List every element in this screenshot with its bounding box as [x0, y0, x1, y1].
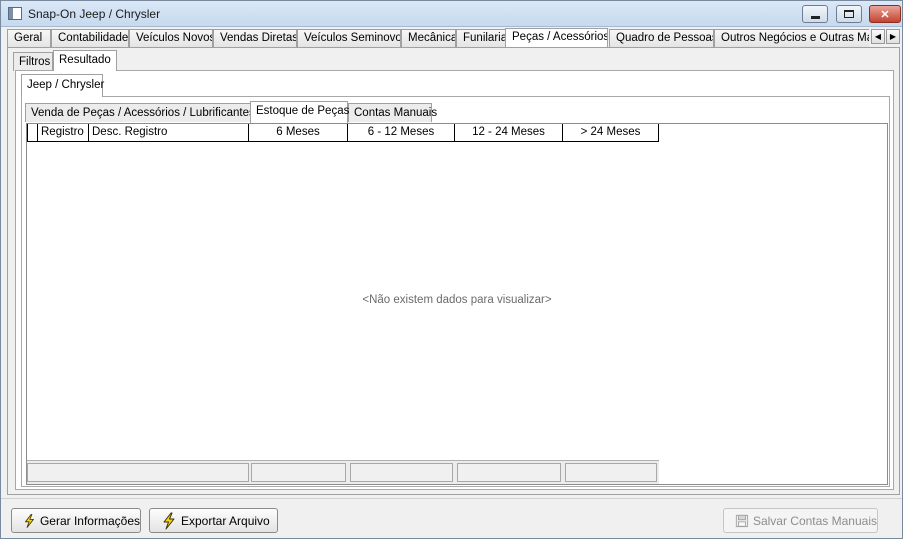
minimize-button[interactable]	[802, 5, 828, 23]
summary-cell-label	[27, 463, 249, 482]
lightning-bolt-icon	[25, 513, 34, 528]
action-bar: Gerar Informações Exportar Arquivo Salva…	[1, 498, 902, 538]
column-header-registro[interactable]: Registro	[38, 124, 89, 142]
column-header-desc-registro[interactable]: Desc. Registro	[89, 124, 249, 142]
tab-contabilidade[interactable]: Contabilidade	[51, 29, 129, 47]
result-panel: Jeep / Chrysler Venda de Peças / Acessór…	[15, 70, 894, 490]
export-file-button[interactable]: Exportar Arquivo	[149, 508, 278, 533]
maximize-button[interactable]	[836, 5, 862, 23]
column-header-24-meses[interactable]: > 24 Meses	[563, 124, 659, 142]
generate-info-button[interactable]: Gerar Informações	[11, 508, 141, 533]
arrow-left-icon: ◀	[874, 32, 882, 41]
close-button[interactable]: ✕	[869, 5, 901, 23]
tab-scroll-left-button[interactable]: ◀	[871, 29, 885, 44]
tab-veiculos-novos[interactable]: Veículos Novos	[129, 29, 213, 47]
column-header-12-24-meses[interactable]: 12 - 24 Meses	[455, 124, 563, 142]
summary-cell-6-meses	[251, 463, 346, 482]
tab-filtros[interactable]: Filtros	[13, 52, 53, 71]
empty-data-message: <Não existem dados para visualizar>	[362, 294, 552, 306]
tab-scroll-right-button[interactable]: ▶	[886, 29, 900, 44]
summary-cell-24-meses	[565, 463, 657, 482]
app-icon	[8, 7, 22, 20]
column-header-6-meses[interactable]: 6 Meses	[249, 124, 348, 142]
close-icon: ✕	[880, 8, 890, 21]
tab-pecas-acessorios[interactable]: Peças / Acessórios	[505, 28, 608, 47]
application-window: Snap-On Jeep / Chrysler ✕ Geral Contabil…	[0, 0, 903, 539]
tab-mecanica[interactable]: Mecânica	[401, 29, 456, 47]
tab-estoque-pecas[interactable]: Estoque de Peças	[250, 101, 349, 123]
tab-vendas-diretas[interactable]: Vendas Diretas	[213, 29, 297, 47]
tab-outros-negocios[interactable]: Outros Negócios e Outras Marcas	[714, 29, 869, 47]
tab-jeep-chrysler[interactable]: Jeep / Chrysler	[21, 74, 104, 97]
tab-venda-pecas[interactable]: Venda de Peças / Acessórios / Lubrifican…	[25, 103, 255, 122]
main-tab-strip: Geral Contabilidade Veículos Novos Venda…	[7, 28, 869, 47]
tab-contas-manuais[interactable]: Contas Manuais	[348, 103, 437, 122]
lightning-bolt-icon	[163, 512, 175, 529]
save-icon	[735, 514, 749, 527]
minimize-icon	[810, 16, 820, 19]
main-tab-panel: Filtros Resultado Jeep / Chrysler Venda …	[7, 47, 900, 495]
tab-funilaria[interactable]: Funilaria	[456, 29, 507, 47]
arrow-right-icon: ▶	[889, 32, 897, 41]
tab-quadro-de-pessoas[interactable]: Quadro de Pessoas	[609, 29, 714, 47]
grid-summary-row	[27, 460, 659, 484]
tab-geral[interactable]: Geral	[7, 29, 51, 47]
title-bar: Snap-On Jeep / Chrysler ✕	[1, 1, 902, 27]
maximize-icon	[844, 10, 854, 18]
summary-cell-6-12-meses	[350, 463, 453, 482]
brand-panel: Venda de Peças / Acessórios / Lubrifican…	[21, 96, 890, 487]
tab-resultado[interactable]: Resultado	[53, 50, 117, 71]
column-header-6-12-meses[interactable]: 6 - 12 Meses	[348, 124, 455, 142]
generate-info-label: Gerar Informações	[39, 513, 140, 528]
stock-grid: Registro Desc. Registro 6 Meses 6 - 12 M…	[26, 123, 888, 485]
row-indicator-header	[27, 124, 38, 142]
save-manual-accounts-button[interactable]: Salvar Contas Manuais	[723, 508, 878, 533]
window-title: Snap-On Jeep / Chrysler	[28, 7, 161, 21]
summary-cell-12-24-meses	[457, 463, 561, 482]
export-file-label: Exportar Arquivo	[181, 513, 270, 528]
save-manual-accounts-label: Salvar Contas Manuais	[752, 513, 877, 528]
tab-veiculos-seminovos[interactable]: Veículos Seminovos	[297, 29, 401, 47]
